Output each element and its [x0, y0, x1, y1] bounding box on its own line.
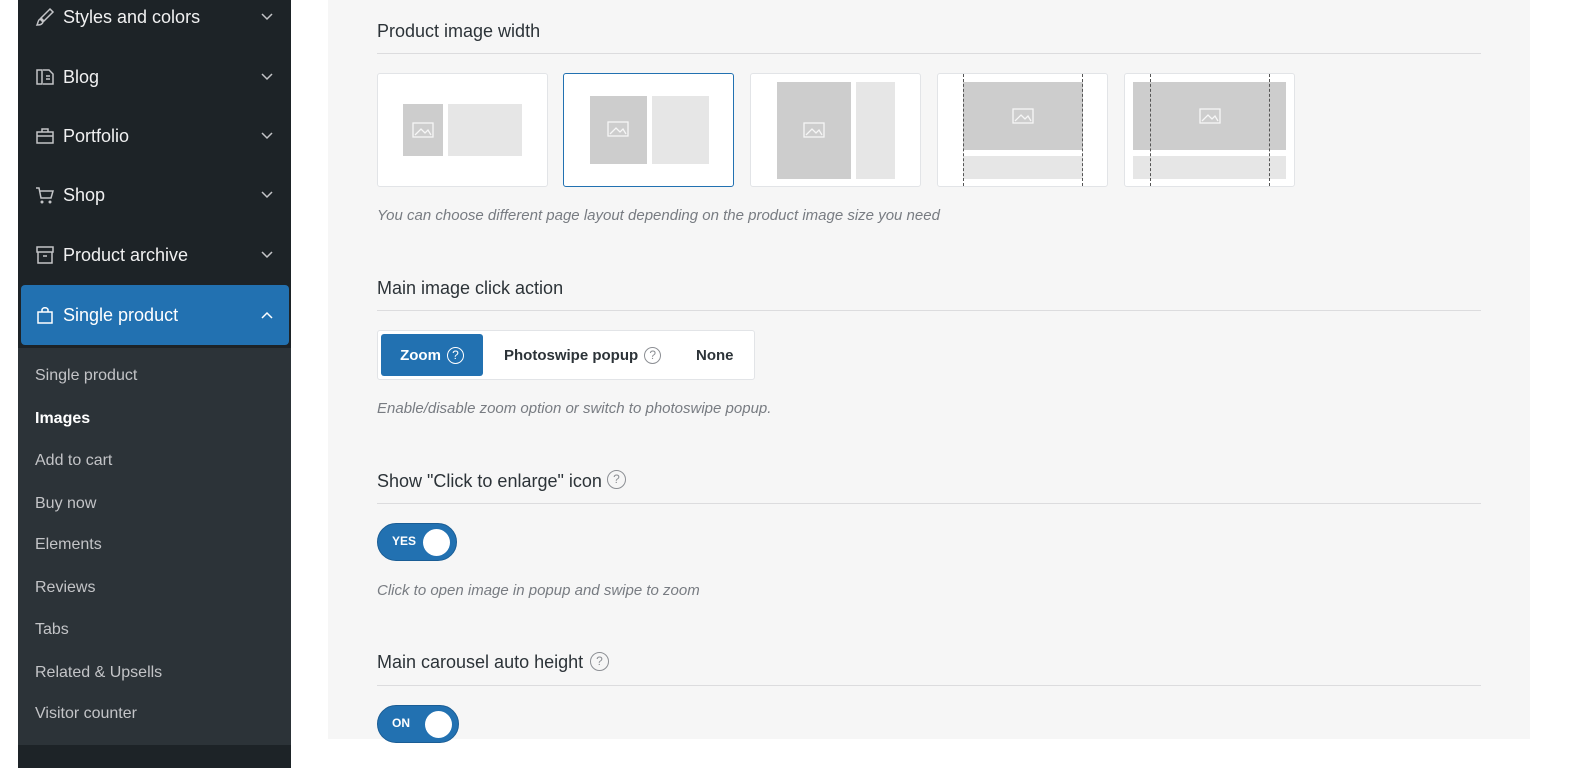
layout-option-5[interactable]	[1124, 73, 1295, 187]
layout-option-2[interactable]	[563, 73, 734, 187]
bag-icon	[37, 307, 53, 324]
menu-label: Portfolio	[63, 125, 130, 146]
click-action-description: Enable/disable zoom option or switch to …	[377, 400, 772, 417]
enlarge-icon-description: Click to open image in popup and swipe t…	[377, 582, 700, 599]
boundary-line	[1150, 74, 1151, 186]
submenu-item-buy-now[interactable]: Buy now	[35, 495, 96, 513]
menu-label: Product archive	[63, 244, 189, 265]
layout-content-block	[652, 96, 709, 164]
briefcase-icon	[36, 128, 54, 144]
click-action-selector: Zoom ? Photoswipe popup ? None	[377, 330, 755, 380]
menu-label: Blog	[63, 66, 100, 87]
boundary-line	[1269, 74, 1270, 186]
layout-content-block	[963, 156, 1083, 179]
layout-option-1[interactable]	[377, 73, 548, 187]
menu-item-blog[interactable]: Blog	[21, 47, 289, 107]
chevron-down-icon	[261, 132, 273, 140]
enlarge-icon-toggle[interactable]: YES	[377, 523, 457, 561]
menu-item-shop[interactable]: Shop	[21, 165, 289, 225]
menu-item-single-product[interactable]: Single product	[21, 285, 289, 345]
image-width-description: You can choose different page layout dep…	[377, 207, 940, 224]
menu-item-portfolio[interactable]: Portfolio	[21, 106, 289, 166]
menu-item-styles-and-colors[interactable]: Styles and colors	[21, 0, 289, 47]
option-label: None	[696, 346, 734, 364]
option-photoswipe-popup[interactable]: Photoswipe popup ?	[504, 334, 662, 376]
settings-panel: Product image width You can choose diffe…	[328, 0, 1530, 743]
toggle-label: YES	[392, 534, 417, 548]
submenu-item-single-product[interactable]: Single product	[35, 367, 137, 385]
submenu-item-related-upsells[interactable]: Related & Upsells	[35, 664, 162, 682]
image-placeholder-icon	[1012, 108, 1034, 124]
chevron-down-icon	[261, 251, 273, 259]
toggle-knob	[423, 529, 450, 556]
divider	[377, 310, 1481, 311]
submenu-item-reviews[interactable]: Reviews	[35, 579, 95, 597]
blog-icon	[36, 69, 54, 85]
submenu-item-elements[interactable]: Elements	[35, 536, 102, 554]
layout-option-4[interactable]	[937, 73, 1108, 187]
section-title-product-image-width: Product image width	[377, 21, 541, 41]
boundary-line	[1082, 74, 1083, 186]
archive-icon	[36, 246, 54, 264]
boundary-line	[963, 74, 964, 186]
image-placeholder-icon	[803, 122, 825, 138]
chevron-up-icon	[261, 311, 273, 319]
menu-label: Shop	[63, 184, 106, 205]
submenu-item-tabs[interactable]: Tabs	[35, 621, 69, 639]
auto-height-toggle[interactable]: ON	[377, 705, 459, 743]
divider	[377, 503, 1481, 504]
toggle-knob	[425, 711, 452, 738]
option-none[interactable]: None	[696, 334, 734, 376]
layout-content-block	[856, 82, 895, 179]
layout-content-block	[1133, 156, 1286, 179]
option-label: Photoswipe popup	[504, 346, 639, 364]
toggle-label: ON	[392, 716, 410, 730]
submenu-item-add-to-cart[interactable]: Add to cart	[35, 452, 112, 470]
chevron-down-icon	[261, 13, 273, 21]
chevron-down-icon	[261, 191, 273, 199]
submenu-item-visitor-counter[interactable]: Visitor counter	[35, 705, 137, 723]
option-zoom[interactable]: Zoom ?	[381, 334, 483, 376]
menu-label: Styles and colors	[63, 6, 201, 27]
divider	[377, 685, 1481, 686]
section-title-enlarge-icon: Show "Click to enlarge" icon	[377, 471, 602, 491]
chevron-down-icon	[261, 73, 273, 81]
help-icon[interactable]: ?	[446, 346, 464, 364]
section-title-auto-height: Main carousel auto height	[377, 652, 584, 672]
divider	[377, 53, 1481, 54]
image-placeholder-icon	[1199, 108, 1221, 124]
option-label: Zoom	[400, 346, 441, 364]
section-title-click-action: Main image click action	[377, 278, 564, 298]
help-icon[interactable]: ?	[644, 346, 662, 364]
layout-option-3[interactable]	[750, 73, 921, 187]
menu-item-product-archive[interactable]: Product archive	[21, 225, 289, 285]
image-placeholder-icon	[412, 122, 434, 138]
cart-icon	[36, 187, 54, 204]
menu-label: Single product	[63, 304, 179, 325]
image-placeholder-icon	[607, 121, 629, 137]
submenu-item-images[interactable]: Images	[35, 410, 90, 428]
submenu: Single product Images Add to cart Buy no…	[18, 348, 291, 745]
layout-content-block	[448, 104, 522, 156]
help-icon[interactable]: ?	[590, 652, 609, 671]
help-icon[interactable]: ?	[607, 470, 626, 489]
brush-icon	[35, 7, 55, 26]
admin-sidebar: Styles and colors Blog Portfolio Shop Pr…	[18, 0, 291, 768]
